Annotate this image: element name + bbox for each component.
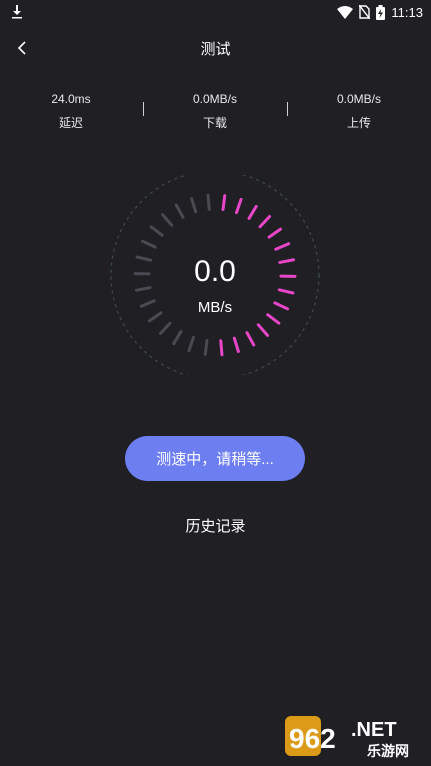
gauge-tick-active [219,339,224,357]
latency-stat: 24.0ms 延迟 [11,92,131,131]
download-icon [12,5,22,19]
wifi-icon [337,6,354,19]
stats-divider [143,102,144,116]
gauge-tick-active [277,288,295,295]
gauge-tick-active [274,242,291,251]
gauge-tick-active [247,204,258,220]
status-time: 11:13 [391,4,423,20]
gauge-tick-active [256,323,269,337]
svg-text:乐游网: 乐游网 [367,743,409,760]
gauge-tick-inactive [187,335,196,353]
no-sim-icon [359,5,371,19]
download-value: 0.0MB/s [192,92,237,106]
gauge-value: 0.0 [194,255,236,288]
latency-value: 24.0ms [51,92,91,106]
gauge-tick-active [267,227,283,239]
header: 测试 [0,30,431,66]
upload-label: 上传 [346,116,371,130]
gauge-unit: MB/s [197,299,233,316]
download-label: 下载 [202,116,227,130]
gauge-tick-inactive [161,213,174,227]
gauge-tick-active [221,194,227,211]
download-stat: 0.0MB/s 下载 [155,92,275,131]
page-title: 测试 [200,41,231,58]
upload-value: 0.0MB/s [336,92,381,106]
gauge-tick-active [234,197,243,215]
gauge-tick-inactive [141,239,157,249]
svg-text:962: 962 [289,723,336,754]
stats-row: 24.0ms 延迟 0.0MB/s 下载 0.0MB/s 上传 [0,92,431,136]
stats-divider [287,102,288,116]
gauge-tick-inactive [190,197,198,214]
watermark-logo: 962 .NET 乐游网 [285,716,409,760]
gauge-tick-inactive [158,321,172,336]
gauge-tick-inactive [149,225,164,237]
gauge-tick-inactive [206,193,211,211]
speed-test-button[interactable]: 测速中，请稍等... [125,436,305,481]
battery-charging-icon [376,4,386,20]
gauge-tick-active [245,331,256,347]
history-link[interactable]: 历史记录 [0,515,431,536]
gauge-tick-inactive [203,339,209,356]
svg-text:.NET: .NET [351,719,397,741]
latency-label: 延迟 [58,116,83,130]
gauge-tick-active [258,214,272,229]
upload-stat: 0.0MB/s 上传 [299,92,419,131]
gauge-tick-inactive [174,203,185,219]
gauge-tick-inactive [172,330,183,346]
gauge-tick-active [232,336,240,353]
status-bar: 11:13 [0,0,431,24]
